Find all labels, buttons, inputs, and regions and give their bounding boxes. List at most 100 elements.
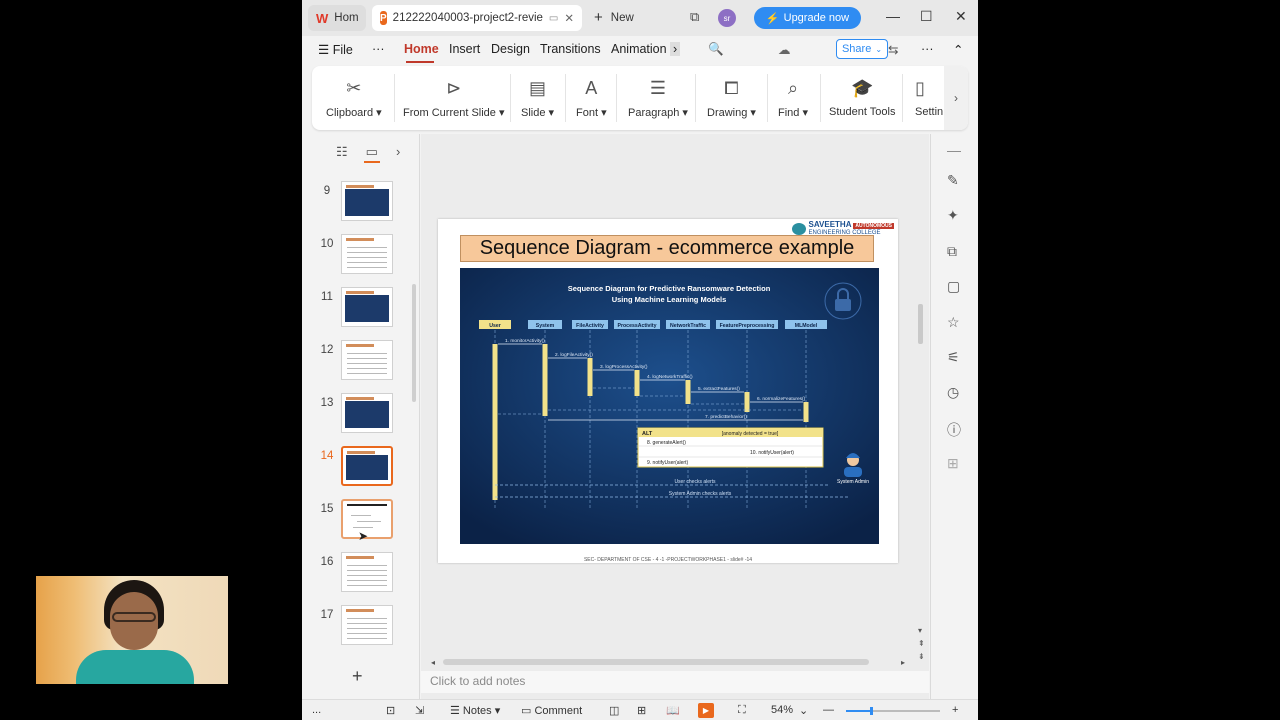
design-ideas-icon[interactable]: ✦ xyxy=(947,207,959,224)
panel-expand-icon[interactable]: › xyxy=(396,144,400,160)
clipboard-group[interactable]: ✂ Clipboard ▾ xyxy=(326,76,382,119)
status-more[interactable]: ... xyxy=(312,704,321,716)
slide-thumbnail[interactable]: 10 xyxy=(302,234,412,278)
avatar[interactable]: sr xyxy=(718,9,736,27)
search-icon[interactable]: 🔍 xyxy=(708,42,724,57)
slide-transform-icon[interactable]: ⧉ xyxy=(947,243,957,260)
alt-message: 10. notifyUser(alert) xyxy=(750,450,794,456)
slideshow-play-icon[interactable]: ▶ xyxy=(698,703,714,718)
paragraph-group[interactable]: ☰ Paragraph ▾ xyxy=(628,76,688,119)
canvas-vertical-scrollbar[interactable] xyxy=(918,304,923,344)
slide-thumbnail[interactable]: 9 xyxy=(302,181,412,225)
upgrade-button[interactable]: ⚡ Upgrade now xyxy=(754,7,861,29)
panel-scrollbar[interactable] xyxy=(412,284,416,402)
chevron-right-icon[interactable]: › xyxy=(670,42,681,56)
previous-slide-icon[interactable]: ⇞ xyxy=(918,639,925,648)
file-menu[interactable]: ☰ File xyxy=(318,42,353,57)
from-current-slide-group[interactable]: ⊳ From Current Slide ▾ xyxy=(403,76,505,119)
slide-title[interactable]: Sequence Diagram - ecommerce example xyxy=(460,235,874,262)
history-icon[interactable]: ◷ xyxy=(947,384,959,401)
next-slide-icon[interactable]: ⇟ xyxy=(918,652,925,661)
right-sidebar: — ✎ ✦ ⧉ ▢ ☆ ⚟ ◷ ⓘ ⊞ xyxy=(930,134,978,699)
tab-document[interactable]: P 212222040003-project2-revie ▭ ✕ xyxy=(372,5,582,31)
comment-toggle[interactable]: ▭ Comment xyxy=(521,704,582,717)
notes-icon: ☰ xyxy=(450,705,463,717)
font-group[interactable]: A Font ▾ xyxy=(576,76,607,119)
message-label: 5. extractFeatures() xyxy=(698,386,740,392)
notes-area[interactable]: Click to add notes xyxy=(421,671,929,693)
normal-view-icon[interactable]: ◫ xyxy=(609,704,619,717)
slide-thumbnail[interactable]: 15 ➤ xyxy=(302,499,412,543)
slide-thumbnail[interactable]: 12 xyxy=(302,340,412,384)
scroll-right-icon[interactable]: ▸ xyxy=(901,658,905,667)
wps-presentation-window: W Hom P 212222040003-project2-revie ▭ ✕ … xyxy=(302,0,978,720)
sequence-diagram-image[interactable]: Sequence Diagram for Predictive Ransomwa… xyxy=(460,268,879,544)
window-switch-icon[interactable]: ⧉ xyxy=(690,9,699,25)
message-label: 3. logProcessActivity() xyxy=(600,364,648,370)
sidebar-collapse-icon[interactable]: — xyxy=(947,142,961,158)
find-group[interactable]: ⌕ Find ▾ xyxy=(778,76,808,119)
export-icon[interactable]: ⇲ xyxy=(415,704,424,717)
student-tools-group[interactable]: 🎓 Student Tools xyxy=(829,76,895,118)
scroll-down-icon[interactable]: ▾ xyxy=(918,626,922,635)
chevron-up-icon[interactable]: ⌃ xyxy=(953,42,963,57)
close-window-icon[interactable]: ✕ xyxy=(955,8,967,25)
slide-14[interactable]: SAVEETHA AUTONOMOUS ENGINEERING COLLEGE … xyxy=(438,219,898,563)
close-tab-icon[interactable]: ✕ xyxy=(564,11,574,25)
tab-insert[interactable]: Insert xyxy=(449,42,480,56)
cloud-sync-icon[interactable]: ☁ xyxy=(778,42,791,57)
chevron-down-icon[interactable]: ⌄ xyxy=(799,704,808,717)
drawing-group[interactable]: ⧠ Drawing ▾ xyxy=(707,76,756,119)
more-menu-icon[interactable]: ··· xyxy=(372,42,385,56)
zoom-slider-thumb[interactable] xyxy=(870,707,873,715)
slide-preview xyxy=(341,605,393,645)
add-slide-button[interactable]: + xyxy=(352,666,363,687)
canvas-horizontal-scrollbar[interactable] xyxy=(443,659,869,665)
reading-view-icon[interactable]: 📖 xyxy=(666,704,680,717)
slide-preview xyxy=(341,287,393,327)
lifeline-label: FileActivity xyxy=(576,323,604,329)
zoom-in-icon[interactable]: + xyxy=(952,704,958,716)
properties-icon[interactable]: ⚟ xyxy=(947,349,960,366)
help-icon[interactable]: ⓘ xyxy=(947,420,961,440)
slide-number: 10 xyxy=(320,238,334,250)
slide-thumbnail[interactable]: 13 xyxy=(302,393,412,437)
fit-window-icon[interactable]: ⛶ xyxy=(738,704,746,717)
scroll-left-icon[interactable]: ◂ xyxy=(431,658,435,667)
zoom-out-icon[interactable]: — xyxy=(823,704,834,716)
tab-transitions[interactable]: Transitions xyxy=(540,42,601,56)
graduation-cap-icon: 🎓 xyxy=(851,78,874,98)
slide-thumbnail-selected[interactable]: 14 xyxy=(302,446,412,490)
outline-view-icon[interactable]: ☷ xyxy=(336,144,348,160)
tab-home[interactable]: W Hom xyxy=(308,5,366,31)
zoom-slider[interactable] xyxy=(846,707,940,715)
minimize-icon[interactable]: — xyxy=(886,8,900,24)
maximize-icon[interactable]: ☐ xyxy=(920,8,933,25)
zoom-level[interactable]: 54% xyxy=(771,704,793,716)
tab-animation[interactable]: Animation xyxy=(611,42,667,56)
star-icon[interactable]: ☆ xyxy=(947,314,960,331)
new-tab-button[interactable]: + New xyxy=(594,9,634,26)
share-button[interactable]: Share ⌄ xyxy=(836,39,888,59)
slide-sorter-icon[interactable]: ⊞ xyxy=(637,704,646,717)
slide-thumbnail[interactable]: 11 xyxy=(302,287,412,331)
magic-tools-icon[interactable]: ✎ xyxy=(947,172,959,189)
apps-grid-icon[interactable]: ⊞ xyxy=(947,455,959,472)
slide-canvas[interactable]: SAVEETHA AUTONOMOUS ENGINEERING COLLEGE … xyxy=(421,134,929,699)
settings-group[interactable]: ▯ Settin xyxy=(915,76,945,118)
collapse-ribbon-icon[interactable]: ⇆ xyxy=(888,42,898,57)
chevron-down-icon: ⌄ xyxy=(875,44,883,54)
comment-icon[interactable]: ▢ xyxy=(947,278,960,295)
slide-thumbnail[interactable]: 17 xyxy=(302,605,412,649)
ribbon-scroll-right-icon[interactable]: › xyxy=(944,66,968,130)
tab-document-label: 212222040003-project2-revie xyxy=(392,12,543,24)
tab-design[interactable]: Design xyxy=(491,42,530,56)
slide-view-icon[interactable]: ▭ xyxy=(366,144,378,160)
alt-fragment: ALT [anomaly detected = true] 8. generat… xyxy=(637,427,824,468)
slide-group[interactable]: ▤ Slide ▾ xyxy=(521,76,554,119)
fit-page-icon[interactable]: ⊡ xyxy=(386,704,395,717)
tab-home-ribbon[interactable]: Home xyxy=(404,42,439,56)
slide-thumbnail[interactable]: 16 xyxy=(302,552,412,596)
notes-toggle[interactable]: ☰ Notes ▾ xyxy=(450,704,500,717)
more-options-icon[interactable]: ··· xyxy=(921,42,934,56)
